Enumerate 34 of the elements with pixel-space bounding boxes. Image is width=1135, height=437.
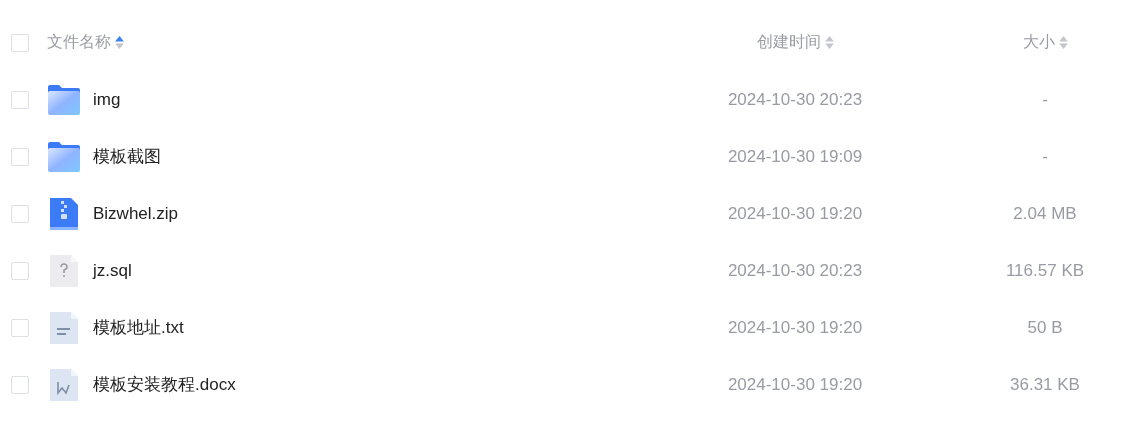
file-size: 2.04 MB xyxy=(1013,203,1077,223)
file-size: - xyxy=(1042,146,1048,166)
folder-icon xyxy=(47,139,81,174)
folder-icon xyxy=(47,82,81,117)
file-size: 116.57 KB xyxy=(1005,260,1085,280)
file-name[interactable]: Bizwhel.zip xyxy=(93,203,179,224)
file-name[interactable]: 模板截图 xyxy=(93,145,161,168)
file-size: - xyxy=(1042,89,1048,109)
unknown-file-icon xyxy=(47,253,81,288)
file-size: 50 B xyxy=(1027,317,1063,337)
file-name[interactable]: img xyxy=(93,89,121,110)
created-time: 2024-10-30 20:23 xyxy=(727,89,863,109)
file-size: 36.31 KB xyxy=(1010,374,1080,394)
created-time: 2024-10-30 19:20 xyxy=(727,374,863,394)
sort-icon[interactable] xyxy=(115,36,124,49)
created-time: 2024-10-30 19:20 xyxy=(727,317,863,337)
created-time: 2024-10-30 19:20 xyxy=(727,203,863,223)
sort-icon[interactable] xyxy=(824,36,834,49)
file-name[interactable]: jz.sql xyxy=(93,260,132,281)
row-checkbox[interactable] xyxy=(11,375,29,394)
file-name[interactable]: 模板地址.txt xyxy=(93,316,184,339)
document-icon xyxy=(47,367,81,402)
row-checkbox[interactable] xyxy=(11,261,29,280)
created-time: 2024-10-30 19:09 xyxy=(727,146,863,166)
row-checkbox[interactable] xyxy=(11,90,29,109)
row-checkbox[interactable] xyxy=(11,204,29,223)
row-checkbox[interactable] xyxy=(11,318,29,337)
file-name[interactable]: 模板安装教程.docx xyxy=(93,373,236,396)
created-time: 2024-10-30 20:23 xyxy=(727,260,863,280)
select-all-checkbox[interactable] xyxy=(11,33,29,52)
row-checkbox[interactable] xyxy=(11,147,29,166)
text-file-icon xyxy=(47,310,81,345)
zip-file-icon xyxy=(47,196,81,231)
sort-icon[interactable] xyxy=(1058,36,1068,49)
